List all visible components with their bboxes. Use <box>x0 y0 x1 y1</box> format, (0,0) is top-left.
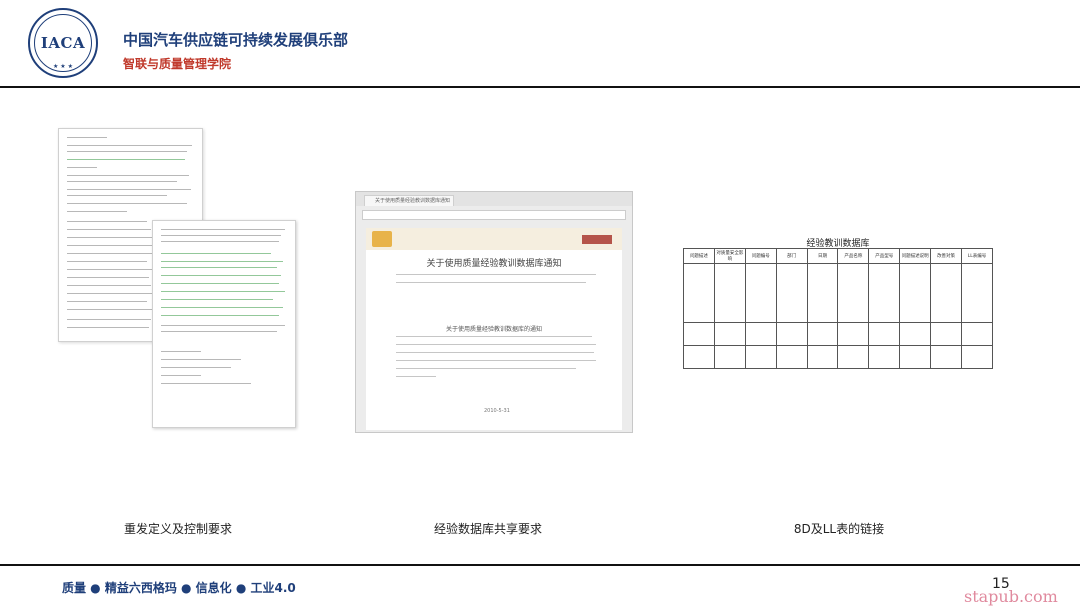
column-header: 问题描述说明 <box>899 248 932 264</box>
browser-address-bar <box>362 210 626 220</box>
caption-middle: 经验数据库共享要求 <box>433 522 542 536</box>
column-header: LL表编号 <box>961 248 993 264</box>
notice-date: 2010-5-31 <box>484 408 510 414</box>
org-title: 中国汽车供应链可持续发展俱乐部 <box>123 31 349 49</box>
logo-stars: ★ ★ ★ <box>53 63 73 70</box>
caption-right: 8D及LL表的链接 <box>793 522 885 536</box>
browser-screenshot: 关于使用质量经验教训数据库通知 关于使用质量经验教训数据库通知 关于使用质量经验… <box>355 191 633 433</box>
notice-title: 关于使用质量经验教训数据库通知 <box>426 259 562 269</box>
database-grid: 问题描述 对质量安全影响 问题编号 部门 日期 产品名称 产品型号 问题描述说明… <box>683 248 993 369</box>
column-header: 日期 <box>806 248 839 264</box>
column-header: 问题编号 <box>744 248 777 264</box>
caption-left: 重发定义及控制要求 <box>123 522 232 536</box>
column-header: 对质量安全影响 <box>713 248 746 264</box>
watermark: stapub.com <box>964 587 1058 606</box>
browser-tabbar: 关于使用质量经验教训数据库通知 <box>356 192 632 206</box>
iaca-logo: IACA ★ ★ ★ <box>28 8 98 78</box>
column-header: 产品型号 <box>868 248 901 264</box>
header-divider <box>0 86 1080 88</box>
footer-tagline: 质量 ● 精益六西格玛 ● 信息化 ● 工业4.0 <box>62 581 296 595</box>
column-header: 产品名称 <box>837 248 870 264</box>
notice-body-title: 关于使用质量经验教训数据库的通知 <box>445 326 542 333</box>
document-image-front <box>152 220 296 428</box>
lessons-database-table: 经验教训数据库 问题描述 对质量安全影响 问题编号 部门 日期 产品名称 产品型… <box>683 236 993 371</box>
logo-text: IACA <box>40 34 86 52</box>
page-banner <box>366 228 622 250</box>
banner-logo <box>372 231 392 247</box>
org-subtitle: 智联与质量管理学院 <box>123 57 232 71</box>
browser-page: 关于使用质量经验教训数据库通知 关于使用质量经验教训数据库的通知 2010-5-… <box>366 228 622 430</box>
banner-button <box>582 235 612 244</box>
footer-divider <box>0 564 1080 566</box>
column-header: 改善对策 <box>930 248 963 264</box>
column-header: 部门 <box>775 248 808 264</box>
column-header: 问题描述 <box>683 248 715 264</box>
browser-tab: 关于使用质量经验教训数据库通知 <box>364 195 454 206</box>
